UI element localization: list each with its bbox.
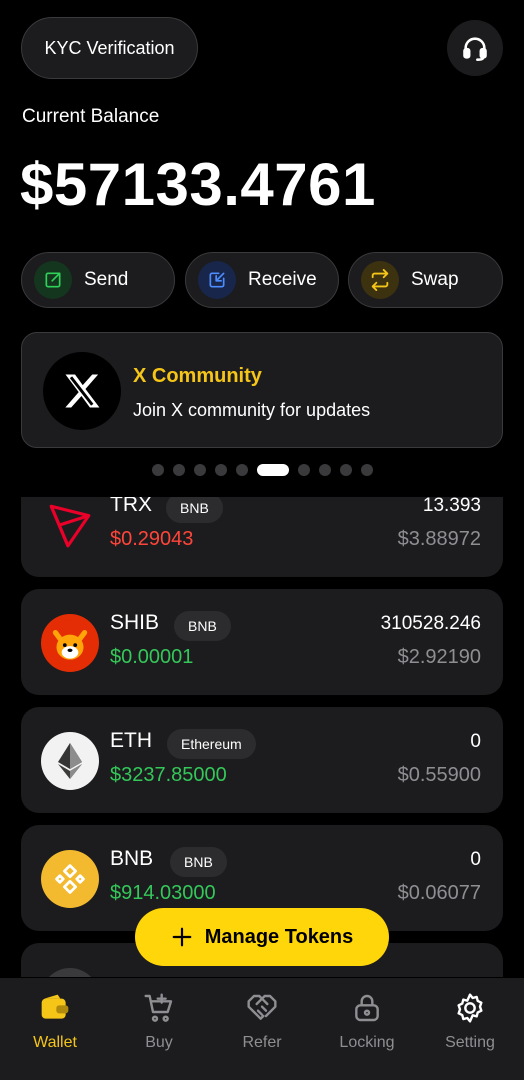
carousel-dot[interactable]	[339, 464, 352, 476]
manage-tokens-label: Manage Tokens	[204, 925, 354, 948]
carousel-dot[interactable]	[172, 464, 185, 476]
banner-subtitle: Join X community for updates	[133, 400, 371, 420]
eth-icon	[41, 732, 99, 790]
balance-label: Current Balance	[22, 106, 160, 127]
network-badge: Ethereum	[167, 729, 256, 759]
receive-label: Receive	[248, 269, 317, 290]
token-row-trx[interactable]: TRX BNB $0.29043 13.393 $3.88972	[21, 497, 503, 577]
token-symbol: BNB	[110, 847, 154, 870]
swap-button[interactable]: Swap	[348, 252, 503, 308]
send-button[interactable]: Send	[21, 252, 175, 308]
manage-tokens-button[interactable]: Manage Tokens	[135, 908, 389, 966]
lock-icon	[355, 994, 379, 1022]
token-icon	[41, 968, 99, 977]
bottom-tab-bar: Wallet Buy Refer Locking Setting	[0, 978, 524, 1080]
wallet-screen: KYC Verification Current Balance $57133.…	[0, 0, 524, 1080]
send-arrow-icon	[34, 261, 72, 299]
token-value: $0.06077	[397, 882, 481, 904]
x-community-banner[interactable]: X Community Join X community for updates	[21, 332, 503, 448]
kyc-verification-button[interactable]: KYC Verification	[21, 17, 198, 79]
tab-label: Locking	[339, 1034, 395, 1051]
carousel-dot[interactable]	[297, 464, 310, 476]
token-symbol: ETH	[110, 729, 152, 752]
balance-value: $57133.4761	[20, 151, 376, 218]
tab-refer[interactable]: Refer	[210, 992, 314, 1052]
network-badge: BNB	[174, 611, 231, 641]
swap-icon	[361, 261, 399, 299]
tab-setting[interactable]: Setting	[418, 992, 522, 1052]
bnb-icon	[41, 850, 99, 908]
network-badge: BNB	[170, 847, 227, 877]
token-symbol: TRX	[110, 497, 152, 516]
token-price: $0.29043	[110, 528, 194, 550]
tab-locking[interactable]: Locking	[315, 992, 419, 1052]
trx-icon	[41, 497, 99, 554]
tab-buy[interactable]: Buy	[107, 992, 211, 1052]
handshake-icon	[247, 994, 277, 1020]
plus-icon	[172, 927, 192, 947]
carousel-dot[interactable]	[360, 464, 373, 476]
gear-icon	[457, 993, 483, 1023]
network-badge: BNB	[166, 497, 223, 523]
token-amount: 0	[470, 731, 481, 752]
tab-label: Setting	[445, 1034, 495, 1051]
token-row-shib[interactable]: SHIB BNB $0.00001 310528.246 $2.92190	[21, 589, 503, 695]
token-list: TRX BNB $0.29043 13.393 $3.88972 SHIB BN…	[0, 497, 524, 977]
tab-label: Wallet	[33, 1034, 77, 1051]
shib-icon	[41, 614, 99, 672]
tab-wallet[interactable]: Wallet	[3, 992, 107, 1052]
wallet-icon	[41, 994, 69, 1019]
banner-title: X Community	[133, 365, 262, 387]
cart-icon	[144, 993, 173, 1022]
tab-label: Buy	[145, 1034, 173, 1051]
token-value: $3.88972	[397, 528, 481, 550]
token-price: $0.00001	[110, 646, 194, 668]
token-value: $0.55900	[397, 764, 481, 786]
carousel-dot[interactable]	[235, 464, 248, 476]
send-label: Send	[84, 269, 129, 290]
carousel-dot[interactable]	[193, 464, 206, 476]
token-price: $914.03000	[110, 882, 216, 904]
carousel-dot-active[interactable]	[256, 464, 289, 476]
tab-label: Refer	[242, 1034, 282, 1051]
receive-button[interactable]: Receive	[185, 252, 339, 308]
carousel-dot[interactable]	[214, 464, 227, 476]
receive-arrow-icon	[198, 261, 236, 299]
x-logo-icon	[43, 352, 121, 430]
carousel-dot[interactable]	[318, 464, 331, 476]
token-price: $3237.85000	[110, 764, 227, 786]
swap-label: Swap	[411, 269, 459, 290]
token-amount: 0	[470, 849, 481, 870]
support-button[interactable]	[447, 20, 503, 76]
token-symbol: SHIB	[110, 611, 160, 634]
token-amount: 310528.246	[380, 613, 481, 634]
carousel-dot[interactable]	[151, 464, 164, 476]
headset-icon	[463, 37, 487, 61]
token-value: $2.92190	[397, 646, 481, 668]
carousel-indicator	[0, 464, 524, 476]
token-amount: 13.393	[422, 497, 481, 516]
token-row-eth[interactable]: ETH Ethereum $3237.85000 0 $0.55900	[21, 707, 503, 813]
